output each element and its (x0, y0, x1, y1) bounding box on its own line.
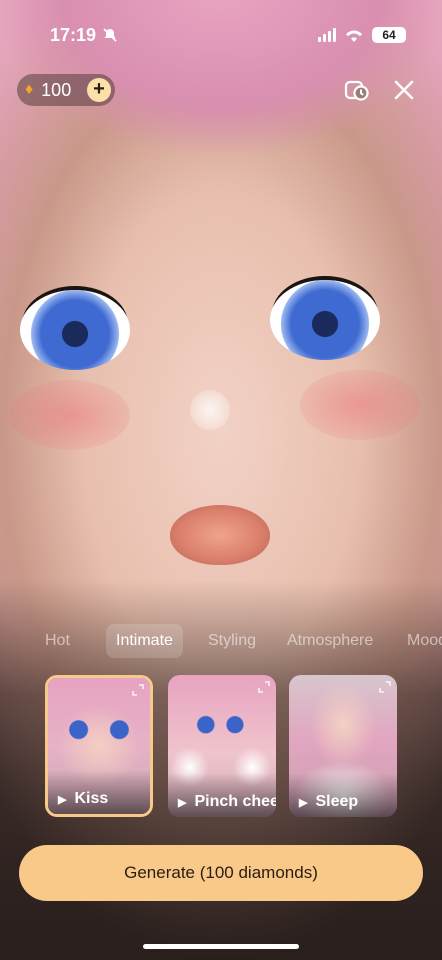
history-timer-icon[interactable] (343, 76, 371, 104)
tab-atmosphere[interactable]: Atmosphere (277, 624, 383, 658)
diamond-icon: ♦ (25, 81, 34, 98)
category-tabs: Hot Intimate Styling Atmosphere Mood (0, 624, 442, 658)
tab-intimate[interactable]: Intimate (106, 624, 183, 658)
blush-left (10, 380, 130, 450)
status-time: 17:19 (50, 24, 97, 45)
tab-mood[interactable]: Mood (397, 624, 442, 658)
diamond-balance[interactable]: ♦ 100 + (17, 74, 115, 106)
play-icon: ▶ (58, 793, 67, 806)
card-label: ▶ Sleep (289, 773, 397, 817)
card-label: ▶ Kiss (48, 770, 150, 814)
tab-hot[interactable]: Hot (35, 624, 80, 658)
effect-card-sleep[interactable]: ▶ Sleep (289, 675, 397, 817)
status-bar: 17:19 64 (0, 0, 442, 70)
nose-highlight (190, 390, 230, 430)
blush-right (300, 370, 420, 440)
effect-card-kiss[interactable]: ▶ Kiss (45, 675, 153, 817)
home-indicator[interactable] (143, 944, 299, 949)
close-icon[interactable] (390, 76, 418, 104)
bell-muted-icon (103, 28, 117, 42)
card-label: ▶ Pinch cheek (168, 773, 276, 817)
card-label-text: Sleep (315, 793, 359, 810)
lips (170, 505, 270, 565)
cellular-signal-icon (318, 28, 336, 42)
card-label-text: Pinch cheek (194, 793, 276, 810)
wifi-icon (346, 30, 362, 42)
expand-icon (258, 681, 270, 693)
play-icon: ▶ (299, 796, 308, 809)
plus-icon[interactable]: + (87, 78, 111, 102)
battery-indicator: 64 (372, 27, 406, 43)
eye-right (270, 280, 380, 360)
tab-styling[interactable]: Styling (198, 624, 266, 658)
expand-icon (379, 681, 391, 693)
diamond-count: 100 (41, 79, 72, 100)
generate-button[interactable]: Generate (100 diamonds) (19, 845, 423, 901)
play-icon: ▶ (178, 796, 187, 809)
eye-left (20, 290, 130, 370)
effect-card-pinch-cheek[interactable]: ▶ Pinch cheek (168, 675, 276, 817)
card-label-text: Kiss (74, 790, 109, 807)
expand-icon (132, 684, 144, 696)
